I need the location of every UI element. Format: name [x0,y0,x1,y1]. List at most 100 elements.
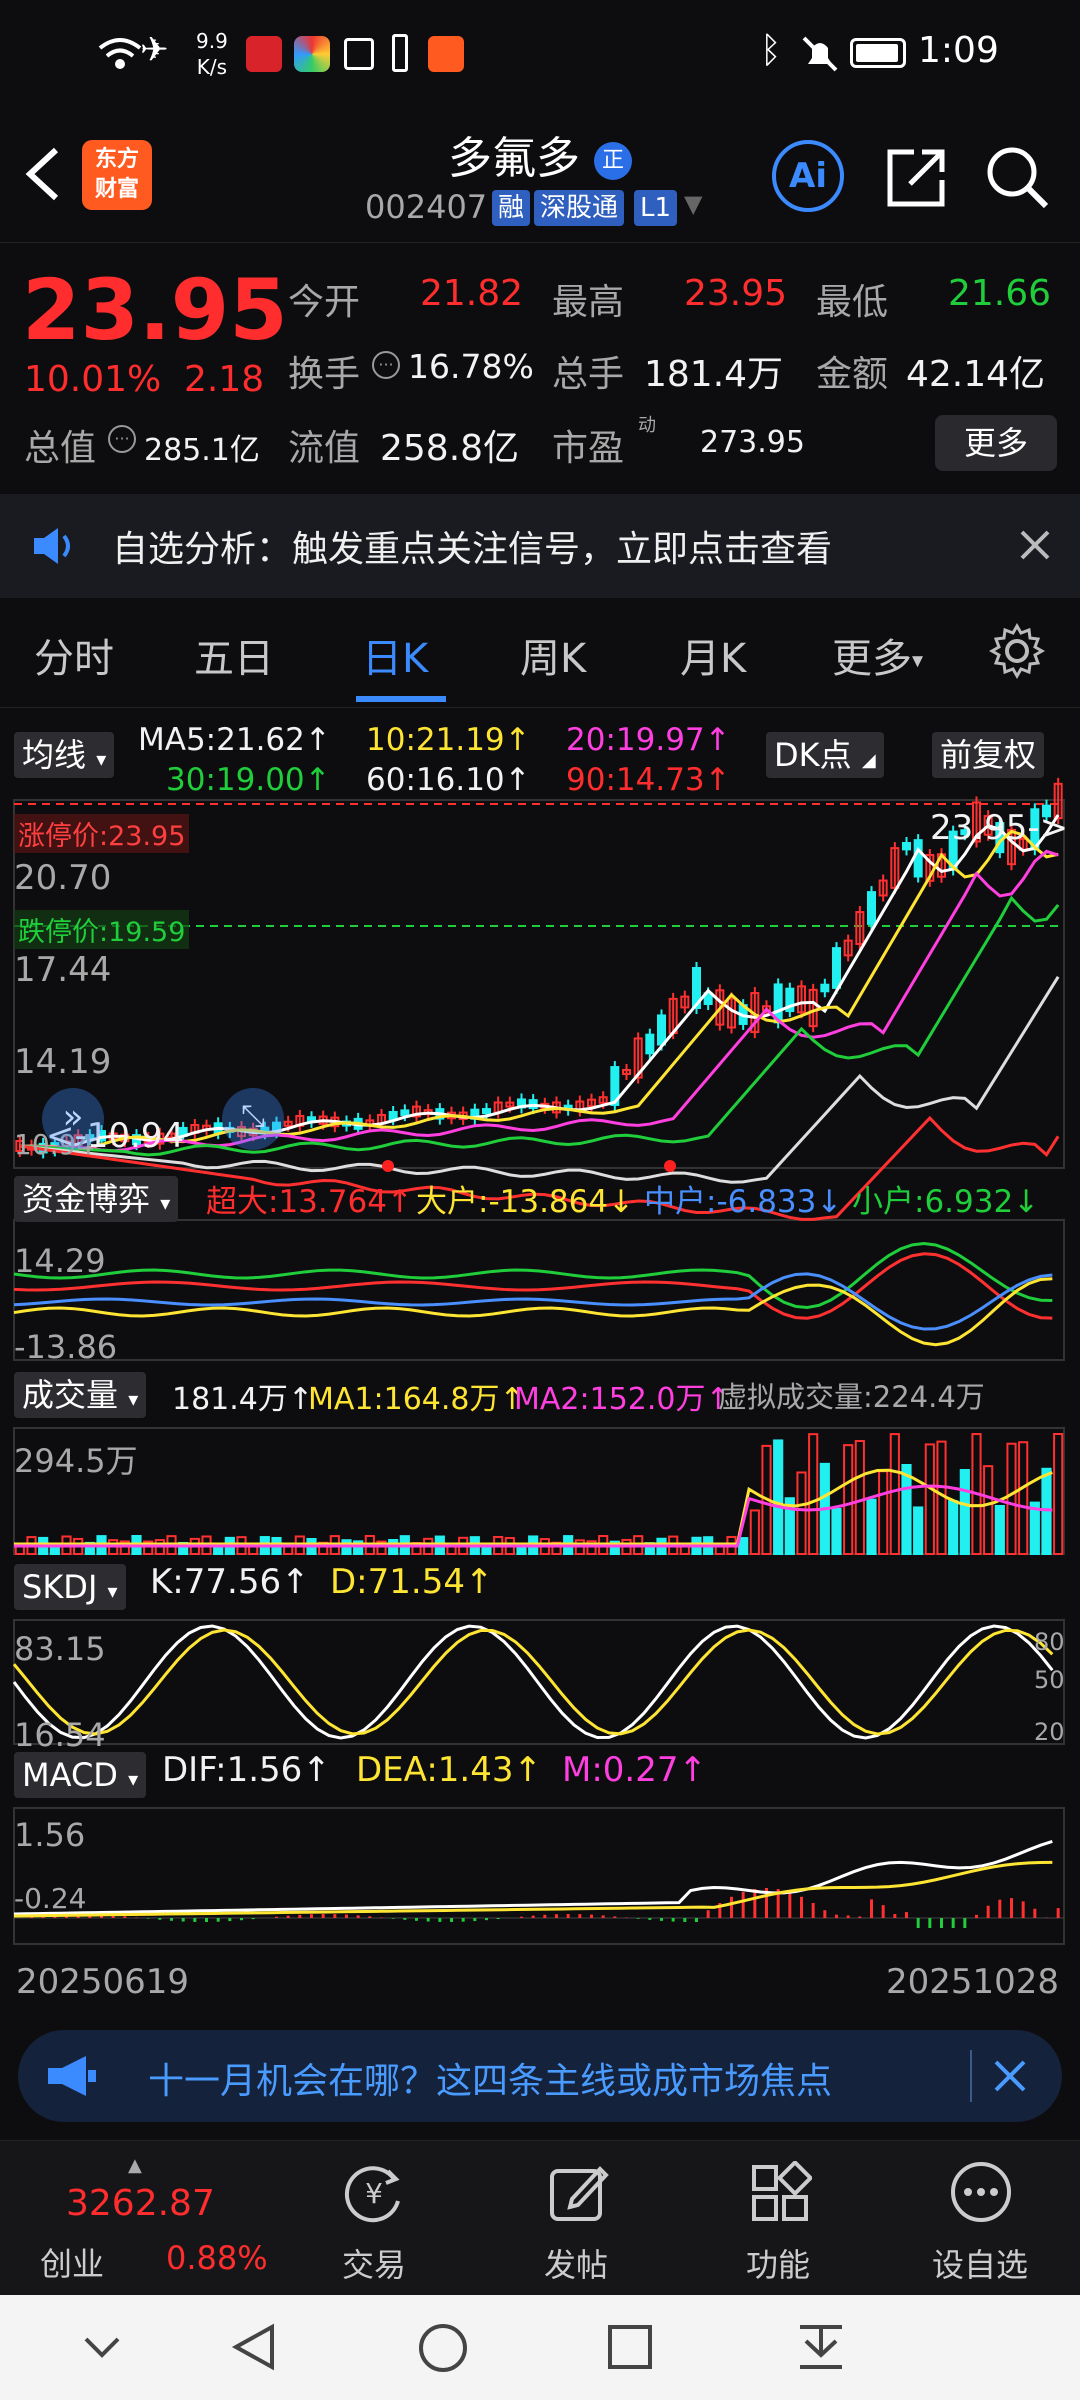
share-icon[interactable] [884,144,950,210]
macd-dea-line [13,1860,1053,1918]
wifi-icon [98,38,142,69]
large-value: 大户:-13.864↓ [416,1184,635,1220]
caret-down-icon: ▾ [160,1191,171,1215]
fund-indicator-button[interactable]: 资金博弈 ▾ [14,1176,179,1222]
nav-add-watch[interactable]: 设自选 [880,2141,1080,2296]
status-bar: ✈ 9.9 K/s ᛒ 1:09 [0,0,1080,110]
pe-value: 273.95 [700,425,805,460]
tab-intraday[interactable]: 分时 [34,626,114,684]
volume-bar [901,1463,912,1555]
speaker-icon [34,528,70,564]
nav-post[interactable]: 发帖 [476,2141,676,2296]
level1-tag: L1 [634,190,678,226]
volume-indicator-button[interactable]: 成交量 ▾ [14,1372,147,1418]
tab-five-day[interactable]: 五日 [194,626,274,684]
y-axis-label: 14.29 [14,1242,106,1280]
divider [970,2050,972,2102]
index-name: 创业 [40,2245,105,2283]
promo-banner[interactable]: 十一月机会在哪？这四条主线或成市场焦点 [18,2030,1062,2122]
pe-dynamic-sup: 动 [638,415,656,436]
macd-dif-value: DIF:1.56↑ [162,1750,331,1790]
home-nav-icon[interactable] [416,2321,470,2375]
volume-value: 181.4万↑ [172,1382,314,1417]
app-notif-icon [294,36,330,72]
y-axis-label: 83.15 [14,1630,106,1668]
tab-monthly-k[interactable]: 月K [680,626,746,684]
expand-left-icon[interactable]: » [42,1088,104,1150]
chevron-down-icon[interactable]: ▼ [684,190,702,218]
macd-dif-line [13,1840,1053,1916]
index-change: 0.88% [166,2239,268,2277]
volume-bar [889,1433,900,1556]
date-end: 20251028 [886,1962,1060,2002]
low-value: 21.66 [948,273,1052,314]
skdj-k-line [12,1624,1054,1740]
adjust-price-button[interactable]: 前复权 [932,732,1045,778]
date-start: 20250619 [16,1962,190,2002]
macd-m-value: M:0.27↑ [562,1750,707,1790]
volume-bar [948,1500,959,1555]
back-nav-icon[interactable] [228,2321,280,2373]
close-icon[interactable] [992,2058,1028,2094]
volume-bar [878,1470,889,1555]
gear-icon[interactable] [988,622,1046,680]
bottom-nav: ▲ 3262.87 创业 0.88% ¥ 交易 发帖 功能 设自选 [0,2140,1080,2295]
current-price-marker: 23.95-> [930,808,1069,848]
candle [388,1110,398,1121]
dk-point-marker [382,1160,394,1172]
tab-more[interactable]: 更多▾ [832,626,923,684]
volume-bar [1053,1433,1064,1555]
ai-button[interactable]: Ai [772,140,844,212]
close-icon[interactable] [1018,528,1052,562]
search-icon[interactable] [984,144,1050,210]
turnover-label: 换手 [288,354,361,395]
sgt-tag: 深股通 [534,190,625,226]
caret-down-icon: ▾ [912,648,924,674]
tab-weekly-k[interactable]: 周K [520,626,586,684]
volume-bar [983,1465,994,1555]
collapse-icon[interactable]: ⤡ [222,1088,284,1150]
y-axis-label: 294.5万 [14,1442,138,1480]
macd-indicator-button[interactable]: MACD ▾ [14,1752,147,1798]
caret-down-icon: ▾ [128,1767,139,1791]
candle [913,839,923,878]
volume-bar [1006,1442,1017,1555]
edit-icon [550,2166,609,2221]
megaphone-icon [48,2056,96,2096]
dk-point-button[interactable]: DK点 ◢ [766,732,884,778]
volume-bar [1041,1467,1052,1555]
caret-up-icon: ▲ [128,2155,142,2176]
y-axis-label: -0.24 [14,1882,87,1915]
index-ticker[interactable]: ▲ 3262.87 创业 0.88% [0,2141,270,2296]
candle [902,842,911,851]
active-tab-indicator [356,696,446,702]
mktcap-label: 总值 [24,428,97,469]
ma90-value: 90:14.73↑ [566,762,731,798]
nav-trade[interactable]: ¥ 交易 [274,2141,474,2296]
notice-bar[interactable]: 自选分析：触发重点关注信号，立即点击查看 [0,494,1080,598]
nav-function[interactable]: 功能 [678,2141,878,2296]
info-icon[interactable]: ··· [108,425,136,453]
macd-dea-value: DEA:1.43↑ [356,1750,542,1790]
kline-chart-area[interactable]: 均线 ▾ MA5:21.62↑ 10:21.19↑ 20:19.97↑ 30:1… [0,708,1080,2008]
bluetooth-icon: ᛒ [760,30,782,71]
hide-keyboard-icon[interactable] [80,2327,124,2367]
index-value: 3262.87 [66,2183,215,2224]
kline-chart-canvas[interactable] [0,708,1080,2008]
pe-label: 市盈 [552,428,625,469]
candle [820,983,830,993]
more-quote-button[interactable]: 更多 [935,415,1057,471]
caret-down-icon: ▾ [107,1579,118,1603]
skdj-indicator-button[interactable]: SKDJ ▾ [14,1564,126,1610]
download-nav-icon[interactable] [796,2321,846,2373]
tab-daily-k[interactable]: 日K [362,626,428,684]
volume-label: 总手 [552,354,625,395]
info-icon[interactable]: ··· [372,351,400,379]
ma-indicator-button[interactable]: 均线 ▾ [14,732,115,778]
recents-nav-icon[interactable] [606,2323,654,2371]
y-axis-label: 20 [1034,1718,1065,1746]
caret-down-icon: ▾ [128,1387,139,1411]
volume-ma1-line [14,1468,1053,1546]
ma5-line [19,814,1060,1150]
candle [645,1033,655,1055]
